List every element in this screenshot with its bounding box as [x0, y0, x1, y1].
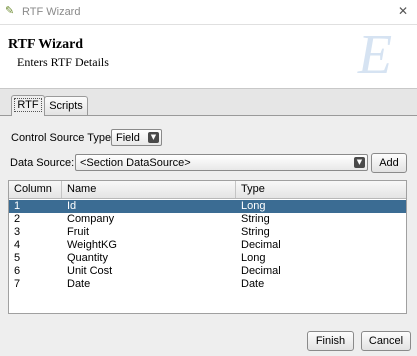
tab-scripts-label: Scripts — [49, 100, 83, 112]
cell-name: Id — [67, 200, 77, 212]
column-header-column[interactable]: Column — [9, 181, 62, 198]
column-header-type[interactable]: Type — [236, 181, 406, 198]
control-source-type-label: Control Source Type: — [11, 132, 115, 144]
column-header-name[interactable]: Name — [62, 181, 236, 198]
header-title: RTF Wizard — [8, 37, 84, 52]
cell-column: 6 — [14, 265, 21, 277]
cell-column: 1 — [14, 200, 21, 212]
add-button[interactable]: Add — [371, 153, 407, 173]
cell-type: String — [241, 213, 270, 225]
cell-column: 3 — [14, 226, 21, 238]
cell-name: Quantity — [67, 252, 108, 264]
tab-rtf[interactable]: RTF — [11, 95, 45, 116]
cell-name: Fruit — [67, 226, 89, 238]
rtf-wizard-icon: ✎ — [5, 4, 15, 17]
cell-column: 5 — [14, 252, 21, 264]
chevron-down-icon[interactable]: ▼ — [354, 157, 365, 168]
close-icon[interactable]: ✕ — [396, 4, 410, 18]
title-bar: ✎ RTF Wizard ✕ — [0, 0, 417, 25]
table-row[interactable]: 3 Fruit String — [9, 226, 406, 239]
table-row[interactable]: 6 Unit Cost Decimal — [9, 265, 406, 278]
cell-column: 7 — [14, 278, 21, 290]
cell-type: Date — [241, 278, 265, 290]
cell-type: String — [241, 226, 270, 238]
cell-name: Company — [67, 213, 115, 225]
data-source-label: Data Source: — [10, 157, 75, 169]
finish-button[interactable]: Finish — [307, 331, 354, 351]
table-row[interactable]: 1 Id Long — [9, 200, 406, 213]
window-title: RTF Wizard — [22, 6, 81, 18]
data-source-value: <Section DataSource> — [80, 157, 191, 169]
columns-table: Column Name Type 1 Id Long 2 Company Str… — [8, 180, 407, 314]
control-source-type-select[interactable]: Field ▼ — [111, 129, 162, 146]
cell-name: Unit Cost — [67, 265, 113, 277]
tab-rtf-label: RTF — [14, 98, 42, 112]
table-row[interactable]: 2 Company String — [9, 213, 406, 226]
header-subtitle: Enters RTF Details — [17, 55, 109, 69]
cell-type: Decimal — [241, 265, 281, 277]
control-source-type-value: Field — [116, 132, 140, 144]
cell-name: Date — [67, 278, 91, 290]
cell-column: 2 — [14, 213, 21, 225]
script-e-logo: E — [357, 24, 393, 86]
table-header: Column Name Type — [9, 181, 406, 199]
tab-divider — [0, 115, 417, 116]
cell-type: Decimal — [241, 239, 281, 251]
table-row[interactable]: 4 WeightKG Decimal — [9, 239, 406, 252]
cancel-button[interactable]: Cancel — [361, 331, 411, 351]
cell-column: 4 — [14, 239, 21, 251]
chevron-down-icon[interactable]: ▼ — [148, 132, 159, 143]
tab-scripts[interactable]: Scripts — [44, 96, 88, 115]
table-row[interactable]: 7 Date Date — [9, 278, 406, 291]
cell-name: WeightKG — [67, 239, 117, 251]
wizard-header: RTF Wizard Enters RTF Details E — [0, 25, 417, 89]
cell-type: Long — [241, 252, 266, 264]
cell-type: Long — [241, 200, 266, 212]
data-source-select[interactable]: <Section DataSource> ▼ — [75, 154, 368, 171]
table-row[interactable]: 5 Quantity Long — [9, 252, 406, 265]
